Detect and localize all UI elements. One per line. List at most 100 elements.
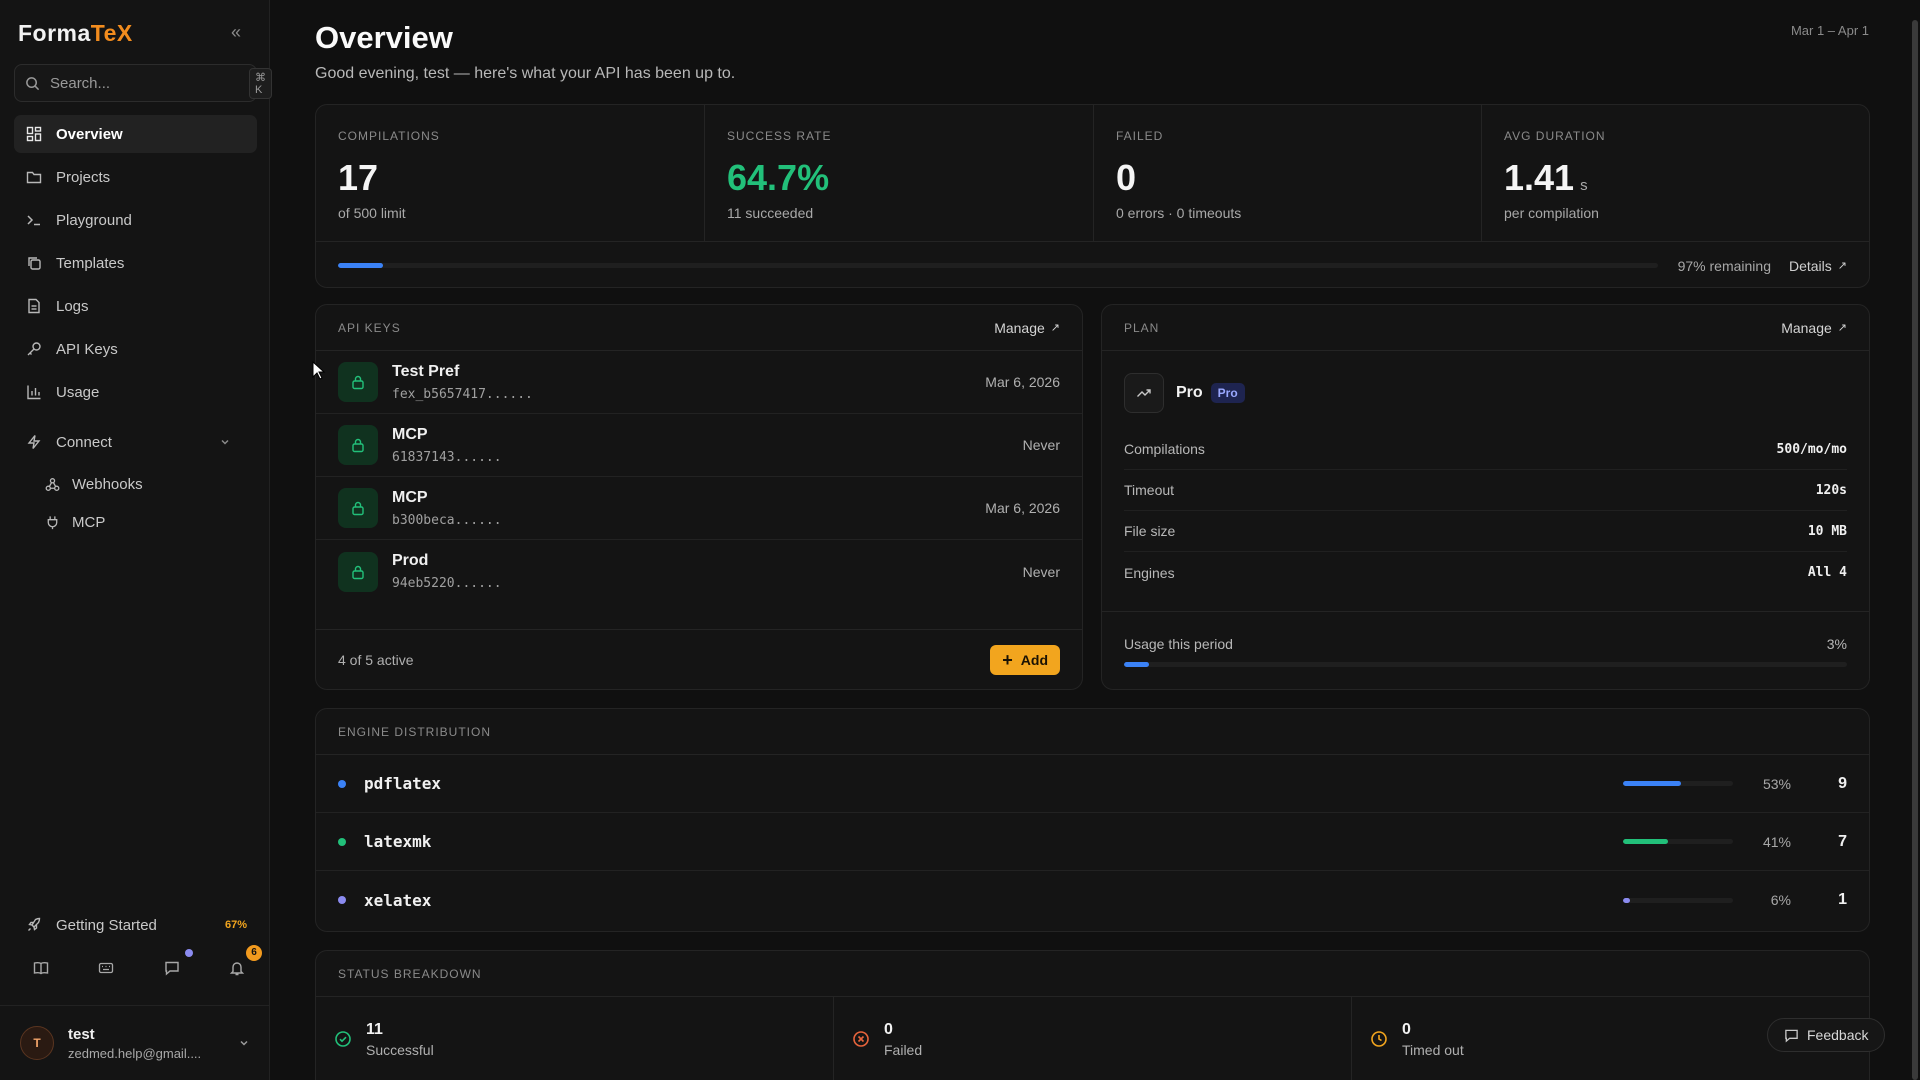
status-failed: 0 Failed xyxy=(834,997,1352,1080)
sidebar-group-connect[interactable]: Connect xyxy=(14,423,257,461)
notifications-button[interactable]: 6 xyxy=(222,945,262,981)
getting-started-link[interactable]: Getting Started 67% xyxy=(14,907,257,943)
collapse-sidebar-button[interactable]: « xyxy=(226,20,246,44)
notifications-count-badge: 6 xyxy=(245,945,262,961)
date-range[interactable]: Mar 1 – Apr 1 xyxy=(1791,23,1869,38)
lock-icon xyxy=(338,425,378,465)
stat-avg-duration: AVG DURATION 1.41 s per compilation xyxy=(1482,105,1869,241)
chart-icon xyxy=(27,385,41,400)
messages-button[interactable] xyxy=(157,949,193,981)
engine-percent: 41% xyxy=(1762,833,1791,850)
plan-usage-bar xyxy=(1124,662,1847,667)
engine-bar-fill xyxy=(1623,781,1682,786)
sidebar-item-playground[interactable]: Playground xyxy=(14,201,257,239)
stat-value: 64.7% xyxy=(727,157,830,198)
status-label: Failed xyxy=(884,1041,923,1058)
plus-icon: + xyxy=(1002,649,1013,670)
status-successful: 11 Successful xyxy=(316,997,834,1080)
lock-icon xyxy=(338,551,378,592)
engine-row: xelatex 6% 1 xyxy=(316,871,1869,929)
x-circle-icon xyxy=(853,1031,869,1047)
keyboard-shortcuts-button[interactable] xyxy=(91,955,121,981)
sidebar-item-usage[interactable]: Usage xyxy=(14,373,257,411)
plan-row: File size 10 MB xyxy=(1124,511,1847,552)
manage-plan-link[interactable]: Manage ↗ xyxy=(1781,320,1847,336)
active-keys-count: 4 of 5 active xyxy=(338,651,414,668)
sidebar-item-mcp[interactable]: MCP xyxy=(14,504,257,540)
sidebar-item-label: Usage xyxy=(56,383,100,401)
file-icon xyxy=(28,298,40,314)
stat-number: 1.41 xyxy=(1504,157,1575,198)
keyboard-icon xyxy=(99,962,114,974)
stat-value: 1.41 s xyxy=(1504,157,1848,199)
brand-logo[interactable]: FormaTeX xyxy=(18,20,133,47)
plan-name: Pro xyxy=(1176,384,1203,401)
sidebar-item-logs[interactable]: Logs xyxy=(14,287,257,325)
feedback-button[interactable]: Feedback xyxy=(1767,1018,1886,1052)
plug-icon xyxy=(47,515,58,529)
sidebar-group-label: Connect xyxy=(56,433,112,451)
section-label: PLAN xyxy=(1124,320,1160,335)
message-square-icon xyxy=(1785,1029,1798,1043)
sidebar: FormaTeX « ⌘ K Overview Projects Playgro… xyxy=(0,0,272,1080)
engine-name: pdflatex xyxy=(364,774,442,793)
sidebar-item-projects[interactable]: Projects xyxy=(14,158,257,196)
copy-icon xyxy=(28,257,41,270)
unread-dot xyxy=(184,949,193,957)
engine-count: 9 xyxy=(1838,774,1847,792)
api-key-row[interactable]: MCP b300beca...... Mar 6, 2026 xyxy=(316,477,1082,540)
status-value: 0 xyxy=(884,1020,893,1038)
api-key-name: MCP xyxy=(392,488,428,506)
api-key-date: Never xyxy=(1022,563,1060,580)
user-menu[interactable]: T test zedmed.help@gmail.... xyxy=(0,1005,270,1080)
plan-row-value: 120s xyxy=(1815,482,1847,498)
details-link[interactable]: Details ↗ xyxy=(1789,258,1847,274)
engine-name: latexmk xyxy=(364,832,432,851)
sidebar-nav: Overview Projects Playground Templates L… xyxy=(14,115,257,542)
engine-color-dot xyxy=(338,896,346,904)
check-circle-icon xyxy=(335,1031,351,1047)
stat-value: 0 xyxy=(1116,157,1137,198)
sidebar-item-label: API Keys xyxy=(56,340,118,358)
sidebar-item-overview[interactable]: Overview xyxy=(14,115,257,153)
api-keys-card: API KEYS Manage ↗ Test Pref fex_b5657417.… xyxy=(315,304,1083,690)
engine-bar xyxy=(1623,839,1733,844)
sidebar-item-label: MCP xyxy=(72,513,106,531)
stat-label: AVG DURATION xyxy=(1504,129,1606,143)
sidebar-item-label: Projects xyxy=(56,168,111,186)
status-label: Timed out xyxy=(1402,1041,1464,1058)
usage-progress-bar xyxy=(338,263,1658,268)
engine-percent: 53% xyxy=(1762,775,1791,792)
engine-bar-fill xyxy=(1623,897,1630,903)
usage-progress-row: 97% remaining Details ↗ xyxy=(316,241,1869,287)
api-key-row[interactable]: MCP 61837143...... Never xyxy=(316,414,1082,477)
manage-keys-link[interactable]: Manage ↗ xyxy=(994,320,1060,336)
engine-bar xyxy=(1623,781,1733,786)
search-box[interactable]: ⌘ K xyxy=(14,64,272,102)
sidebar-item-webhooks[interactable]: Webhooks xyxy=(14,466,257,502)
api-key-prefix: b300beca...... xyxy=(392,512,502,528)
stat-compilations: COMPILATIONS 17 of 500 limit xyxy=(316,105,705,241)
api-key-row[interactable]: Test Pref fex_b5657417...... Mar 6, 2026 xyxy=(316,351,1082,414)
search-shortcut: ⌘ K xyxy=(249,67,272,99)
search-input[interactable] xyxy=(50,74,249,92)
api-key-row[interactable]: Prod 94eb5220...... Never xyxy=(316,540,1082,603)
lock-icon xyxy=(338,362,378,402)
add-key-button[interactable]: + Add xyxy=(990,644,1060,675)
status-breakdown-card: STATUS BREAKDOWN 11 Successful 0 Failed 0 T… xyxy=(315,950,1870,1080)
api-key-name: Prod xyxy=(392,552,429,569)
api-key-date: Mar 6, 2026 xyxy=(985,374,1060,390)
status-label: Successful xyxy=(366,1041,434,1058)
zap-icon xyxy=(27,435,41,449)
clock-icon xyxy=(1371,1031,1387,1047)
sidebar-item-api-keys[interactable]: API Keys xyxy=(14,330,257,368)
details-label: Details xyxy=(1788,257,1832,274)
mouse-cursor-icon xyxy=(312,361,326,380)
plan-row-key: Timeout xyxy=(1124,482,1175,498)
engine-bar-fill xyxy=(1623,839,1669,844)
plan-row-value: 10 MB xyxy=(1807,523,1847,539)
plan-row: Compilations 500/mo/mo xyxy=(1124,429,1847,470)
sidebar-item-templates[interactable]: Templates xyxy=(14,244,257,282)
scrollbar[interactable] xyxy=(1912,20,1918,1080)
docs-button[interactable] xyxy=(26,955,56,981)
